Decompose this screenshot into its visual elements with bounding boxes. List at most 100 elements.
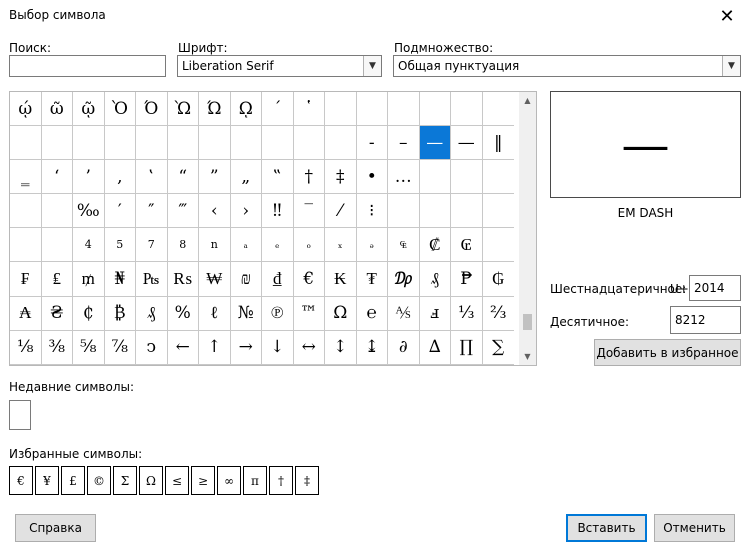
symbol-cell[interactable] [41,194,73,229]
symbol-cell[interactable]: 7 [136,228,168,263]
symbol-cell[interactable]: ₰ [136,296,168,331]
symbol-cell[interactable]: ⅔ [482,297,514,331]
symbol-cell[interactable]: ₨ [167,262,199,297]
symbol-cell[interactable]: ₤ [41,262,73,297]
symbol-cell[interactable]: ℓ [199,296,231,331]
symbol-cell[interactable]: † [293,160,325,195]
symbol-cell[interactable]: ’ [73,160,105,195]
symbol-cell[interactable]: ₿ [104,296,136,331]
symbol-cell[interactable]: ₳ [10,296,42,331]
symbol-cell[interactable] [482,194,514,229]
favorite-symbol[interactable]: ≤ [165,466,189,495]
favorite-symbol[interactable]: ∞ [217,466,241,495]
symbol-cell[interactable]: ∆ [419,330,451,365]
favorite-symbol[interactable]: ‡ [295,466,319,495]
symbol-cell[interactable]: Ὼ [167,92,199,127]
chevron-down-icon[interactable]: ▼ [363,56,381,76]
symbol-cell[interactable]: ⅍ [388,296,420,331]
symbol-cell[interactable]: ‾ [293,194,325,229]
chevron-down-icon[interactable]: ▼ [722,56,740,76]
symbol-cell[interactable] [388,194,420,229]
add-favorite-button[interactable]: Добавить в избранное [594,339,741,366]
grid-scrollbar[interactable]: ▲ ▼ [519,92,536,365]
symbol-cell[interactable]: ῷ [73,92,105,127]
symbol-cell[interactable]: ‹ [199,194,231,229]
favorite-symbol[interactable]: π [243,466,267,495]
symbol-cell[interactable]: ↓ [262,330,294,365]
symbol-cell[interactable] [10,194,42,229]
symbol-cell[interactable]: “ [167,160,199,195]
favorite-symbol[interactable]: Σ [113,466,137,495]
symbol-cell[interactable] [262,126,294,161]
symbol-cell[interactable]: • [356,160,388,195]
symbol-cell[interactable]: ₯ [388,262,420,297]
symbol-cell[interactable]: ₐ [230,228,262,263]
search-input[interactable] [9,55,166,77]
symbol-cell[interactable]: ⁝ [356,194,388,229]
recent-symbols[interactable] [9,400,31,430]
symbol-cell[interactable] [136,126,168,161]
subset-select[interactable]: Общая пунктуация ▼ [393,55,741,77]
symbol-cell[interactable]: ‰ [73,194,105,229]
symbol-cell[interactable]: ⅝ [73,330,105,365]
favorite-symbol[interactable]: £ [61,466,85,495]
symbol-cell[interactable]: ₵ [73,296,105,331]
symbol-cell[interactable] [10,126,42,161]
symbol-cell[interactable]: ₱ [451,262,483,297]
favorite-symbol[interactable]: © [87,466,111,495]
symbol-cell[interactable] [325,92,357,127]
symbol-cell[interactable]: ∑ [482,331,514,365]
favorite-symbol[interactable]: Ω [139,466,163,495]
symbol-cell[interactable]: ₢ [451,228,483,263]
symbol-cell[interactable] [73,126,105,161]
scroll-up-icon[interactable]: ▲ [519,92,536,109]
symbol-cell[interactable]: ₧ [136,262,168,297]
symbol-cell[interactable]: % [167,296,199,331]
symbol-cell[interactable]: ₑ [262,228,294,263]
symbol-cell[interactable]: – [388,126,420,161]
close-icon[interactable]: ✕ [704,0,750,32]
symbol-cell[interactable] [41,228,73,263]
symbol-cell[interactable]: ‟ [262,160,294,195]
symbol-cell[interactable]: ← [167,330,199,365]
symbol-cell[interactable] [10,228,42,263]
symbol-cell[interactable]: ↔ [293,330,325,365]
symbol-cell[interactable]: ‴ [167,194,199,229]
symbol-cell[interactable]: ↄ [136,330,168,365]
symbol-cell[interactable] [451,92,483,127]
symbol-cell[interactable] [451,194,483,229]
symbol-cell[interactable]: ₮ [356,262,388,297]
symbol-cell[interactable]: … [388,160,420,195]
symbol-cell[interactable]: ⅛ [10,330,42,365]
symbol-cell[interactable]: Ώ [199,92,231,127]
symbol-cell[interactable]: ” [199,160,231,195]
symbol-cell[interactable]: ∏ [451,330,483,365]
symbol-cell[interactable] [199,126,231,161]
symbol-cell[interactable]: 5 [104,228,136,263]
symbol-cell[interactable] [419,194,451,229]
symbol-cell[interactable]: ₭ [325,262,357,297]
symbol-cell[interactable] [419,160,451,195]
symbol-cell[interactable]: ₲ [482,262,514,297]
symbol-cell[interactable]: — [451,126,483,161]
symbol-cell[interactable]: ‡ [325,160,357,195]
symbol-cell[interactable]: 8 [167,228,199,263]
symbol-cell[interactable]: € [293,262,325,297]
symbol-cell[interactable]: Ό [136,92,168,127]
symbol-cell[interactable]: ‗ [10,160,42,195]
symbol-cell[interactable]: ῾ [293,92,325,127]
symbol-cell[interactable]: ™ [293,296,325,331]
symbol-cell[interactable]: ₣ [10,262,42,297]
help-button[interactable]: Справка [15,514,96,542]
symbol-cell[interactable] [482,160,514,195]
decimal-code-input[interactable]: 8212 [670,306,741,334]
favorite-symbol[interactable]: ¥ [35,466,59,495]
symbol-cell[interactable]: ″ [136,194,168,229]
symbol-cell[interactable]: ⅞ [104,330,136,365]
hex-code-input[interactable]: 2014 [689,275,741,301]
symbol-cell[interactable]: ₦ [104,262,136,297]
favorite-symbol[interactable]: € [9,466,33,495]
symbol-cell[interactable]: › [230,194,262,229]
symbol-cell[interactable] [419,92,451,127]
symbol-cell[interactable] [482,228,514,263]
